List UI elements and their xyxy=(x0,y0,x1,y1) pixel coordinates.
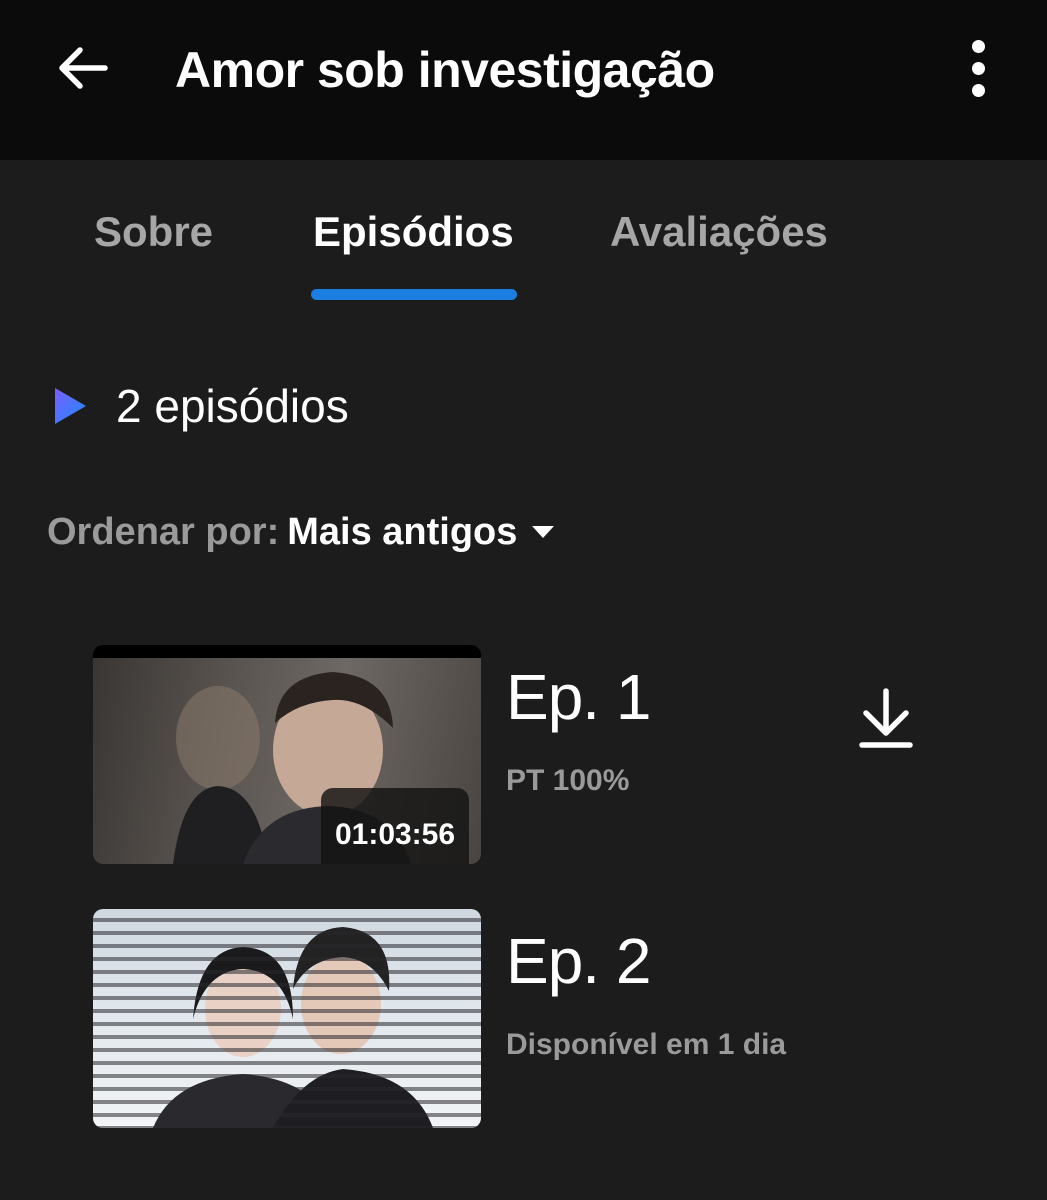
episode-count-row: 2 episódios xyxy=(52,376,349,436)
more-options-button[interactable] xyxy=(950,34,1006,102)
sort-label: Ordenar por: xyxy=(47,510,280,553)
sort-value: Mais antigos xyxy=(287,510,518,553)
episode-title: Ep. 2 xyxy=(506,925,651,997)
more-vertical-icon-dot xyxy=(971,61,985,75)
play-icon xyxy=(55,388,86,424)
more-vertical-icon xyxy=(971,39,985,53)
download-button[interactable] xyxy=(851,681,921,757)
episode-item[interactable]: 01:03:56 Ep. 1 PT 100% xyxy=(93,645,993,865)
episode-count: 2 episódios xyxy=(116,380,349,432)
duration-badge: 01:03:56 xyxy=(321,788,469,864)
episode-subtitle: Disponível em 1 dia xyxy=(506,1028,787,1061)
arrow-left-icon xyxy=(59,47,108,89)
episode-item[interactable]: Ep. 2 Disponível em 1 dia xyxy=(93,909,993,1129)
blinds-overlay xyxy=(93,909,481,1128)
download-icon xyxy=(859,688,913,748)
tab-avaliacoes[interactable]: Avaliações xyxy=(610,200,828,264)
episode-title: Ep. 1 xyxy=(506,661,651,733)
more-vertical-icon-dot xyxy=(971,83,985,97)
active-tab-indicator xyxy=(311,289,517,300)
episode-subtitle: PT 100% xyxy=(506,764,630,797)
tab-episodios[interactable]: Episódios xyxy=(313,200,514,264)
episode-thumbnail[interactable] xyxy=(93,909,481,1128)
sort-dropdown[interactable]: Ordenar por: Mais antigos xyxy=(47,508,555,556)
app-header: Amor sob investigação xyxy=(0,0,1047,160)
tab-sobre[interactable]: Sobre xyxy=(94,200,213,264)
back-button[interactable] xyxy=(48,34,116,102)
episode-thumbnail[interactable]: 01:03:56 xyxy=(93,645,481,864)
caret-down-icon xyxy=(532,526,555,538)
page-title: Amor sob investigação xyxy=(175,42,715,98)
